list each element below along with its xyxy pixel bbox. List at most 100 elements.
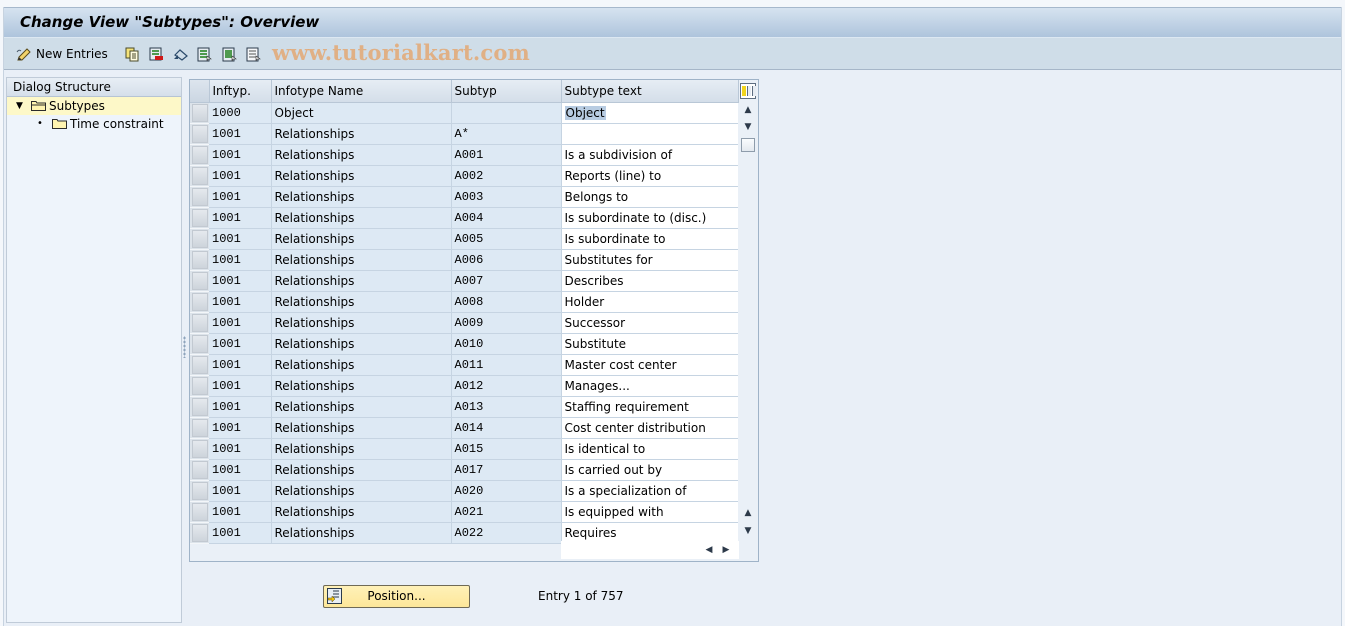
scroll-right-icon[interactable]: ▶ — [718, 542, 734, 558]
row-select-button[interactable] — [192, 167, 208, 185]
cell-subtype-text[interactable]: Manages... — [561, 375, 738, 397]
cell-subtype-text[interactable]: Staffing requirement — [561, 396, 738, 418]
row-select-button[interactable] — [192, 314, 208, 332]
row-selector[interactable] — [190, 501, 209, 523]
position-button[interactable]: Position... — [323, 585, 470, 608]
row-select-button[interactable] — [192, 419, 208, 437]
row-selector[interactable] — [190, 228, 209, 250]
cell-subtype-text[interactable]: Is subordinate to — [561, 228, 738, 250]
cell-subtype-text[interactable] — [561, 123, 738, 145]
row-select-button[interactable] — [192, 524, 208, 542]
cell-subtype-text[interactable]: Is equipped with — [561, 501, 738, 523]
row-selector[interactable] — [190, 396, 209, 418]
row-selector[interactable] — [190, 312, 209, 334]
column-header-subtype-text[interactable]: Subtype text — [561, 80, 739, 103]
scroll-left-icon[interactable]: ◀ — [701, 542, 717, 558]
cell-subtype-text[interactable]: Cost center distribution — [561, 417, 738, 439]
row-selector[interactable] — [190, 333, 209, 355]
row-select-button[interactable] — [192, 146, 208, 164]
row-select-button[interactable] — [192, 251, 208, 269]
row-select-button[interactable] — [192, 230, 208, 248]
cell-subtype-text[interactable]: Holder — [561, 291, 738, 313]
cell-subtype-text[interactable]: Describes — [561, 270, 738, 292]
table-row[interactable]: 1001 Relationships A014 Cost center distrib… — [190, 417, 738, 439]
table-row[interactable]: 1001 Relationships A006 Substitutes for — [190, 249, 738, 271]
scroll-thumb[interactable] — [741, 138, 755, 152]
table-row[interactable]: 1001 Relationships A008 Holder — [190, 291, 738, 313]
column-header-infotype-name[interactable]: Infotype Name — [271, 80, 452, 103]
select-all-rows-header[interactable] — [190, 80, 210, 103]
row-selector[interactable] — [190, 291, 209, 313]
splitter-handle[interactable] — [183, 336, 186, 358]
row-selector[interactable] — [190, 102, 209, 124]
cell-subtype-text[interactable]: Object — [561, 102, 738, 124]
table-row[interactable]: 1001 Relationships A013 Staffing requiremen… — [190, 396, 738, 418]
cell-subtype-text[interactable]: Substitute — [561, 333, 738, 355]
row-select-button[interactable] — [192, 377, 208, 395]
row-select-button[interactable] — [192, 356, 208, 374]
table-row[interactable]: 1001 Relationships A011 Master cost center — [190, 354, 738, 376]
horizontal-scrollbar[interactable]: ◀ ▶ — [561, 541, 739, 559]
cell-subtype-text[interactable]: Successor — [561, 312, 738, 334]
table-row[interactable]: 1001 Relationships A017 Is carried out by — [190, 459, 738, 481]
nav-item-time-constraint[interactable]: • Time constraint — [7, 115, 181, 133]
delete-button[interactable] — [149, 45, 163, 63]
new-entries-button[interactable]: New Entries — [16, 45, 108, 63]
select-all-button[interactable] — [197, 45, 212, 63]
table-row[interactable]: 1001 Relationships A007 Describes — [190, 270, 738, 292]
row-selector[interactable] — [190, 144, 209, 166]
column-configuration-icon[interactable] — [740, 83, 756, 99]
cell-subtype-text[interactable]: Belongs to — [561, 186, 738, 208]
row-select-button[interactable] — [192, 272, 208, 290]
row-select-button[interactable] — [192, 482, 208, 500]
row-select-button[interactable] — [192, 398, 208, 416]
row-selector[interactable] — [190, 186, 209, 208]
select-block-button[interactable] — [222, 45, 237, 63]
undo-button[interactable] — [173, 45, 188, 63]
row-selector[interactable] — [190, 438, 209, 460]
table-row[interactable]: 1001 Relationships A001 Is a subdivision of — [190, 144, 738, 166]
cell-subtype-text[interactable]: Master cost center — [561, 354, 738, 376]
row-selector[interactable] — [190, 480, 209, 502]
row-select-button[interactable] — [192, 125, 208, 143]
row-select-button[interactable] — [192, 104, 208, 122]
cell-subtype-text[interactable]: Requires — [561, 522, 738, 544]
row-select-button[interactable] — [192, 461, 208, 479]
scroll-up-icon[interactable]: ▲ — [740, 102, 756, 118]
row-selector[interactable] — [190, 417, 209, 439]
vertical-scrollbar[interactable]: ▲ ▼ ▲ ▼ — [739, 102, 757, 540]
row-selector[interactable] — [190, 249, 209, 271]
cell-subtype-text[interactable]: Is a specialization of — [561, 480, 738, 502]
table-row[interactable]: 1001 Relationships A005 Is subordinate to — [190, 228, 738, 250]
row-select-button[interactable] — [192, 503, 208, 521]
table-row[interactable]: 1001 Relationships A012 Manages... — [190, 375, 738, 397]
nav-item-subtypes[interactable]: ▼ Subtypes — [7, 97, 181, 115]
table-row[interactable]: 1001 Relationships A004 Is subordinate to (… — [190, 207, 738, 229]
deselect-all-button[interactable] — [246, 45, 261, 63]
cell-subtype-text[interactable]: Is carried out by — [561, 459, 738, 481]
table-row[interactable]: 1001 Relationships A021 Is equipped with — [190, 501, 738, 523]
column-header-inftyp[interactable]: Inftyp. — [209, 80, 272, 103]
row-select-button[interactable] — [192, 335, 208, 353]
expand-triangle-icon[interactable]: ▼ — [16, 97, 23, 115]
row-selector[interactable] — [190, 165, 209, 187]
table-row[interactable]: 1001 Relationships A009 Successor — [190, 312, 738, 334]
scroll-down-icon[interactable]: ▼ — [740, 119, 756, 135]
row-selector[interactable] — [190, 354, 209, 376]
table-row[interactable]: 1001 Relationships A003 Belongs to — [190, 186, 738, 208]
page-up-icon[interactable]: ▲ — [740, 505, 756, 521]
cell-subtype-text[interactable]: Reports (line) to — [561, 165, 738, 187]
page-down-icon[interactable]: ▼ — [740, 523, 756, 539]
cell-subtype-text[interactable]: Substitutes for — [561, 249, 738, 271]
row-select-button[interactable] — [192, 293, 208, 311]
row-select-button[interactable] — [192, 440, 208, 458]
row-selector[interactable] — [190, 375, 209, 397]
row-selector[interactable] — [190, 522, 209, 544]
table-row[interactable]: 1001 Relationships A* — [190, 123, 738, 145]
cell-subtype-text[interactable]: Is a subdivision of — [561, 144, 738, 166]
row-selector[interactable] — [190, 459, 209, 481]
copy-button[interactable] — [125, 45, 139, 63]
table-row[interactable]: 1001 Relationships A015 Is identical to — [190, 438, 738, 460]
table-row[interactable]: 1000 Object Object — [190, 102, 738, 124]
table-row[interactable]: 1001 Relationships A002 Reports (line) to — [190, 165, 738, 187]
